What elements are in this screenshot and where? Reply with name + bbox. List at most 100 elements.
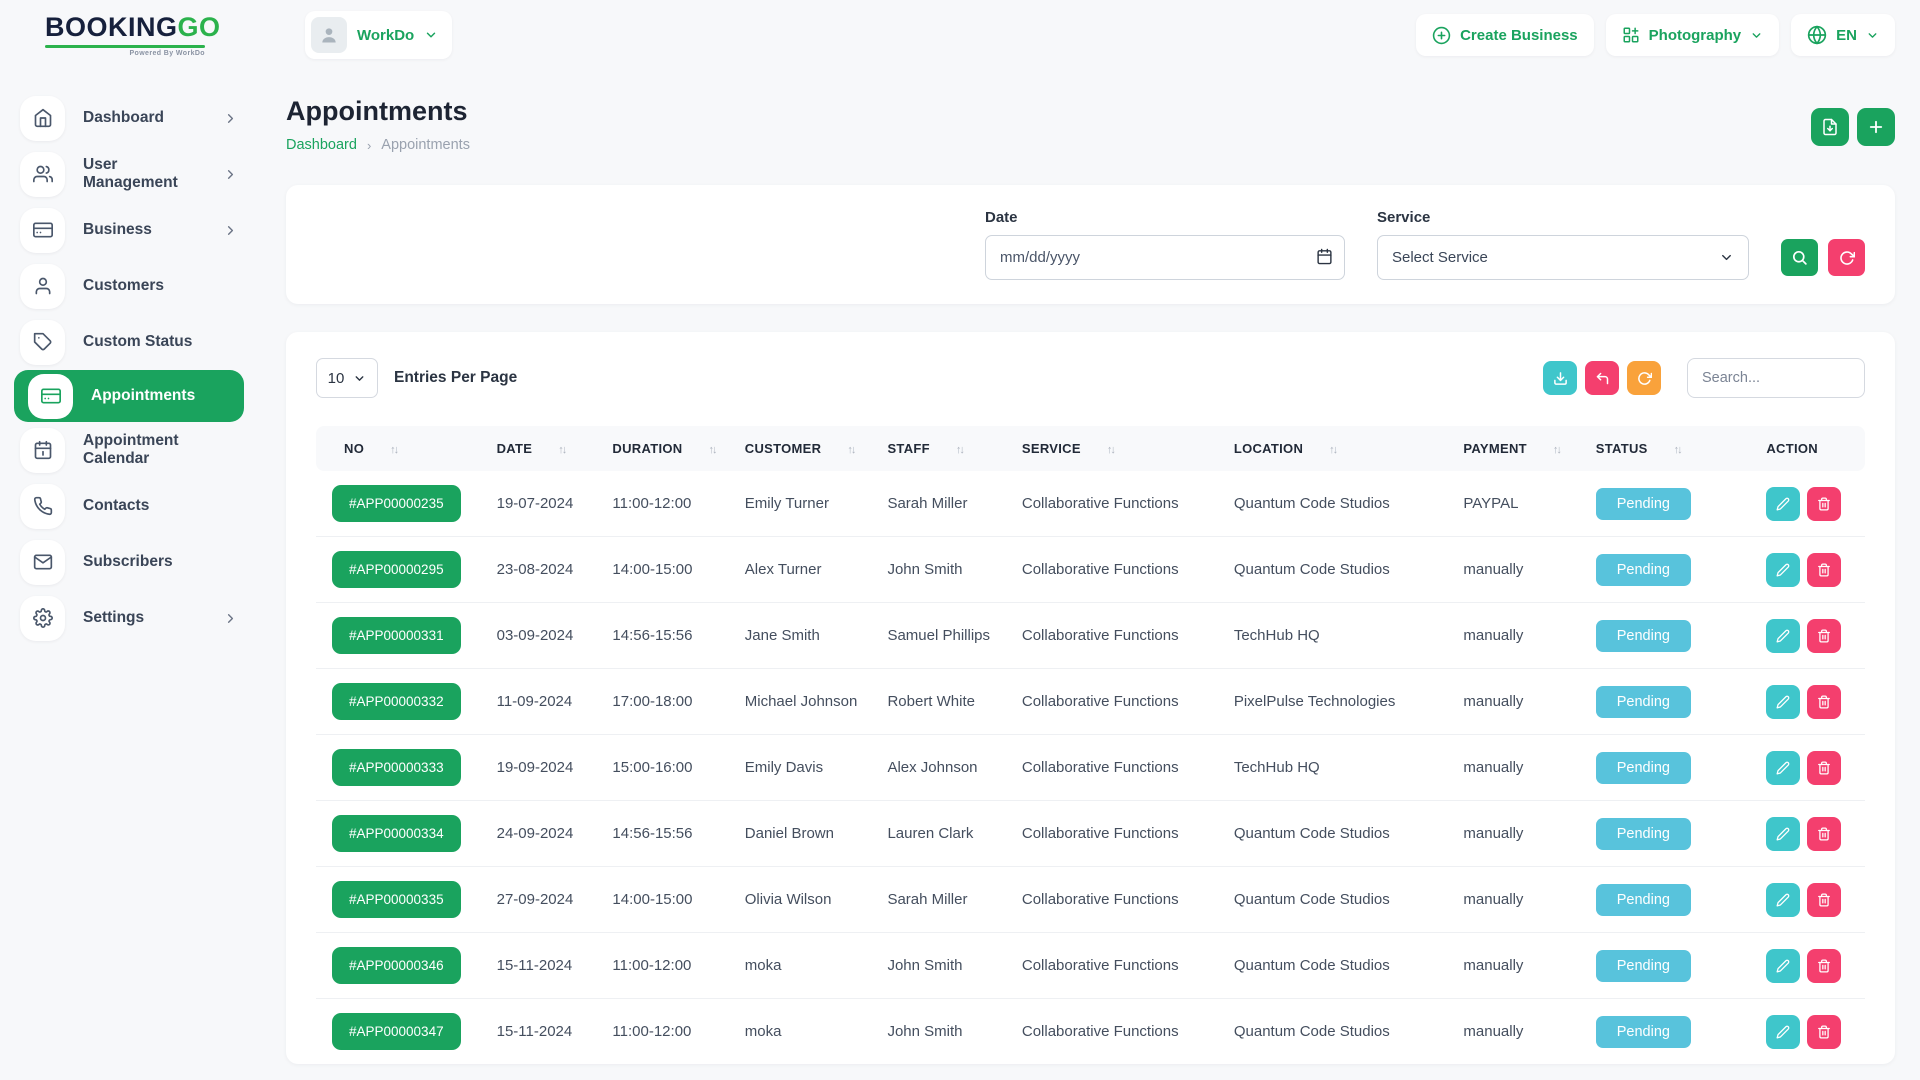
appointment-no-badge[interactable]: #APP00000335 <box>332 881 461 918</box>
sort-icon: ↑↓ <box>1107 444 1114 456</box>
entries-per-page-select[interactable]: 10 <box>316 358 378 398</box>
edit-button[interactable] <box>1766 751 1800 785</box>
sidebar-item-contacts[interactable]: Contacts <box>0 478 258 534</box>
cell-duration: 15:00-16:00 <box>602 735 734 801</box>
edit-button[interactable] <box>1766 619 1800 653</box>
column-header-status[interactable]: STATUS↑↓ <box>1586 426 1757 471</box>
pencil-icon <box>1776 563 1790 577</box>
column-header-location[interactable]: LOCATION↑↓ <box>1224 426 1454 471</box>
appointment-no-badge[interactable]: #APP00000331 <box>332 617 461 654</box>
workspace-switcher[interactable]: WorkDo <box>305 11 452 59</box>
download-button[interactable] <box>1543 361 1577 395</box>
sidebar-item-settings[interactable]: Settings <box>0 590 258 646</box>
create-business-button[interactable]: Create Business <box>1416 14 1594 56</box>
undo-button[interactable] <box>1585 361 1619 395</box>
edit-button[interactable] <box>1766 949 1800 983</box>
sidebar-item-appointments[interactable]: Appointments <box>14 370 244 422</box>
status-badge[interactable]: Pending <box>1596 620 1691 652</box>
delete-button[interactable] <box>1807 1015 1841 1049</box>
breadcrumb-dashboard-link[interactable]: Dashboard <box>286 137 357 153</box>
column-header-date[interactable]: DATE↑↓ <box>487 426 603 471</box>
status-badge[interactable]: Pending <box>1596 554 1691 586</box>
cell-location: Quantum Code Studios <box>1224 471 1454 537</box>
delete-button[interactable] <box>1807 619 1841 653</box>
column-header-duration[interactable]: DURATION↑↓ <box>602 426 734 471</box>
delete-button[interactable] <box>1807 949 1841 983</box>
cell-date: 15-11-2024 <box>487 999 603 1065</box>
status-badge[interactable]: Pending <box>1596 950 1691 982</box>
status-badge[interactable]: Pending <box>1596 884 1691 916</box>
add-appointment-button[interactable] <box>1857 108 1895 146</box>
entries-per-page-label: Entries Per Page <box>394 369 517 387</box>
delete-button[interactable] <box>1807 883 1841 917</box>
service-filter-label: Service <box>1377 209 1749 226</box>
brand-logo[interactable]: BOOKINGGO Powered By WorkDo <box>45 14 255 57</box>
delete-button[interactable] <box>1807 685 1841 719</box>
users-icon <box>20 152 65 197</box>
status-badge[interactable]: Pending <box>1596 752 1691 784</box>
status-badge[interactable]: Pending <box>1596 818 1691 850</box>
service-select[interactable]: Select Service <box>1377 235 1749 280</box>
column-header-customer[interactable]: CUSTOMER↑↓ <box>735 426 878 471</box>
edit-button[interactable] <box>1766 1015 1800 1049</box>
business-type-dropdown[interactable]: Photography <box>1606 14 1780 56</box>
search-input[interactable] <box>1687 358 1865 398</box>
sidebar-item-subscribers[interactable]: Subscribers <box>0 534 258 590</box>
export-button[interactable] <box>1811 108 1849 146</box>
apply-filter-button[interactable] <box>1781 239 1818 276</box>
status-badge[interactable]: Pending <box>1596 686 1691 718</box>
sidebar-item-appointment-calendar[interactable]: Appointment Calendar <box>0 422 258 478</box>
appointments-table: NO↑↓ DATE↑↓ DURATION↑↓ CUSTOMER↑↓ STAFF↑… <box>316 426 1865 1064</box>
appointment-no-badge[interactable]: #APP00000332 <box>332 683 461 720</box>
status-badge[interactable]: Pending <box>1596 1016 1691 1048</box>
column-header-staff[interactable]: STAFF↑↓ <box>877 426 1011 471</box>
edit-button[interactable] <box>1766 883 1800 917</box>
search-icon <box>1791 249 1808 266</box>
language-dropdown[interactable]: EN <box>1791 14 1895 56</box>
status-badge[interactable]: Pending <box>1596 488 1691 520</box>
cell-location: PixelPulse Technologies <box>1224 669 1454 735</box>
cell-service: Collaborative Functions <box>1012 735 1224 801</box>
column-header-payment[interactable]: PAYMENT↑↓ <box>1453 426 1585 471</box>
powered-by-label: Powered By WorkDo <box>45 50 205 57</box>
sidebar-item-dashboard[interactable]: Dashboard <box>0 90 258 146</box>
delete-button[interactable] <box>1807 553 1841 587</box>
appointment-no-badge[interactable]: #APP00000333 <box>332 749 461 786</box>
cell-date: 19-09-2024 <box>487 735 603 801</box>
edit-button[interactable] <box>1766 487 1800 521</box>
cell-date: 24-09-2024 <box>487 801 603 867</box>
cell-staff: Lauren Clark <box>877 801 1011 867</box>
chevron-down-icon <box>1750 29 1763 42</box>
chevron-right-icon <box>223 111 238 126</box>
column-header-no[interactable]: NO↑↓ <box>316 426 487 471</box>
reset-filter-button[interactable] <box>1828 239 1865 276</box>
edit-button[interactable] <box>1766 817 1800 851</box>
appointment-no-badge[interactable]: #APP00000346 <box>332 947 461 984</box>
cell-payment: PAYPAL <box>1453 471 1585 537</box>
calendar-icon[interactable] <box>1316 248 1333 265</box>
trash-icon <box>1817 563 1831 577</box>
appointment-no-badge[interactable]: #APP00000235 <box>332 485 461 522</box>
appointment-no-badge[interactable]: #APP00000347 <box>332 1013 461 1050</box>
refresh-button[interactable] <box>1627 361 1661 395</box>
sidebar-item-user-management[interactable]: User Management <box>0 146 258 202</box>
cell-duration: 11:00-12:00 <box>602 933 734 999</box>
delete-button[interactable] <box>1807 751 1841 785</box>
appointment-no-badge[interactable]: #APP00000334 <box>332 815 461 852</box>
edit-button[interactable] <box>1766 553 1800 587</box>
date-filter-input[interactable] <box>985 235 1345 280</box>
cell-duration: 14:56-15:56 <box>602 603 734 669</box>
appointment-no-badge[interactable]: #APP00000295 <box>332 551 461 588</box>
chevron-down-icon <box>353 372 366 385</box>
delete-button[interactable] <box>1807 487 1841 521</box>
delete-button[interactable] <box>1807 817 1841 851</box>
pencil-icon <box>1776 761 1790 775</box>
sidebar-item-customers[interactable]: Customers <box>0 258 258 314</box>
column-header-service[interactable]: SERVICE↑↓ <box>1012 426 1224 471</box>
sidebar-item-business[interactable]: Business <box>0 202 258 258</box>
calendar-icon <box>20 428 65 473</box>
edit-button[interactable] <box>1766 685 1800 719</box>
sidebar-item-custom-status[interactable]: Custom Status <box>0 314 258 370</box>
chevron-right-icon <box>223 611 238 626</box>
table-header-row: NO↑↓ DATE↑↓ DURATION↑↓ CUSTOMER↑↓ STAFF↑… <box>316 426 1865 471</box>
